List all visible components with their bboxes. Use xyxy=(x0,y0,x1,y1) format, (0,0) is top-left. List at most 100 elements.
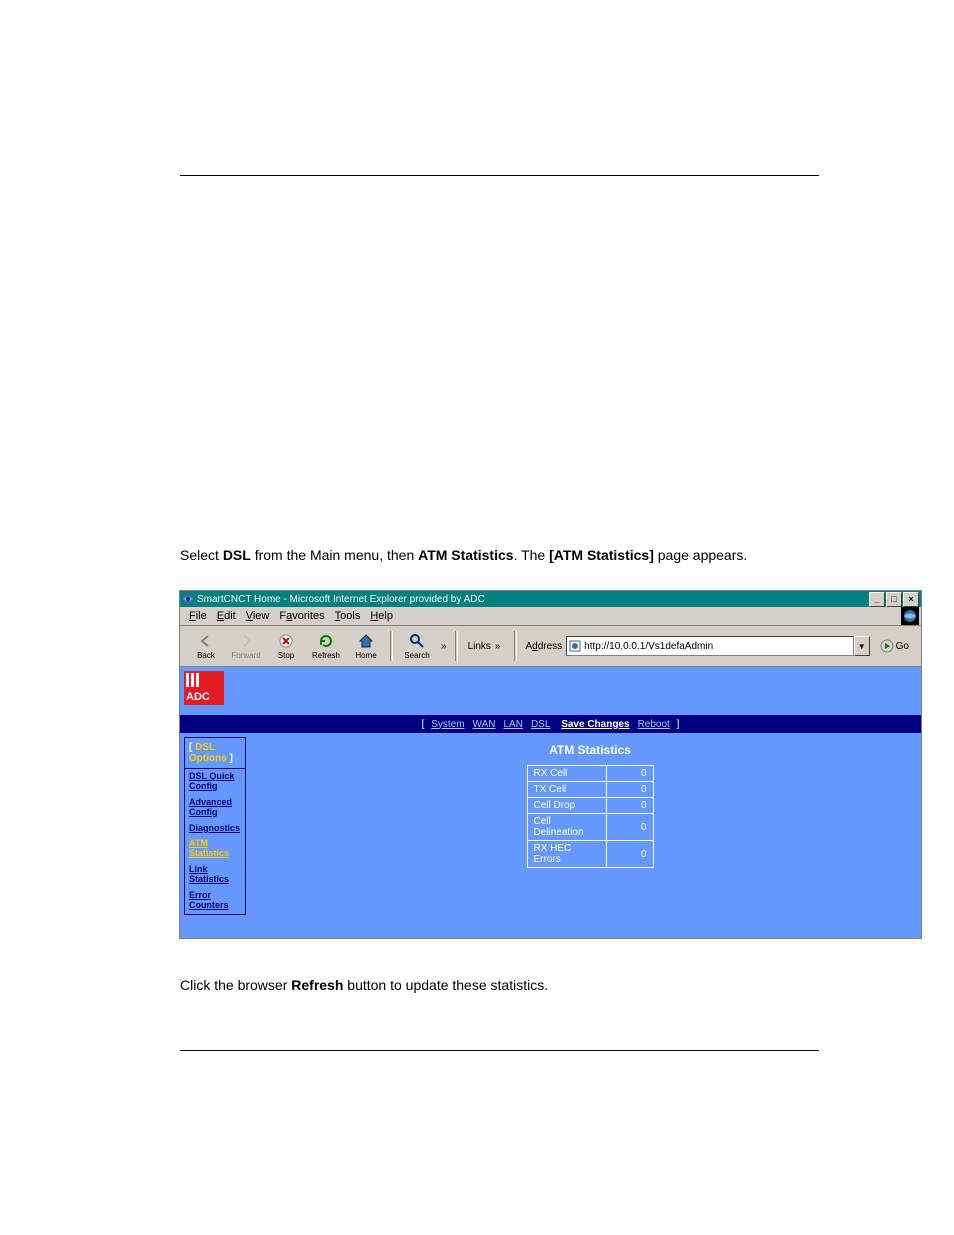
toolbar-overflow-chevron[interactable]: » xyxy=(437,641,451,652)
sidebar-item-atm-statistics[interactable]: ATM Statistics xyxy=(185,836,245,862)
text: . The xyxy=(514,547,550,563)
text-bold-dsl: DSL xyxy=(223,547,251,563)
back-arrow-icon xyxy=(197,632,215,650)
sidebar-item-advanced-config[interactable]: Advanced Config xyxy=(185,795,245,821)
table-row: RX HEC Errors0 xyxy=(527,841,653,868)
home-icon xyxy=(357,632,375,650)
address-dropdown-button[interactable]: ▼ xyxy=(854,636,870,656)
back-label: Back xyxy=(197,651,215,660)
home-button[interactable]: Home xyxy=(346,632,386,660)
stop-button[interactable]: Stop xyxy=(266,632,306,660)
stat-key: Cell Delineation xyxy=(527,814,606,841)
nav-lan[interactable]: LAN xyxy=(504,719,523,730)
text: button to update these statistics. xyxy=(343,977,548,993)
stop-label: Stop xyxy=(278,651,294,660)
text-bold-atm-statistics-bracket: [ATM Statistics] xyxy=(549,547,654,563)
sidebar-item-diagnostics[interactable]: Diagnostics xyxy=(185,821,245,837)
forward-button[interactable]: Forward xyxy=(226,632,266,660)
search-button[interactable]: Search xyxy=(397,632,437,660)
ie-throbber-icon xyxy=(901,607,919,625)
adc-logo-text: ADC xyxy=(186,691,210,703)
menu-file[interactable]: File xyxy=(184,610,212,622)
address-value: http://10.0.0.1/Vs1defaAdmin xyxy=(584,641,713,652)
address-input[interactable]: http://10.0.0.1/Vs1defaAdmin xyxy=(566,636,853,656)
nav-save-changes[interactable]: Save Changes xyxy=(561,719,629,730)
horizontal-rule xyxy=(180,175,819,176)
text-bold-atm-statistics: ATM Statistics xyxy=(418,547,513,563)
links-segment: Links » xyxy=(462,641,511,652)
text: page appears. xyxy=(654,547,747,563)
links-overflow-chevron[interactable]: » xyxy=(491,641,505,652)
menu-view[interactable]: View xyxy=(241,610,275,622)
home-label: Home xyxy=(355,651,376,660)
text: Select xyxy=(180,547,223,563)
text-bold-refresh: Refresh xyxy=(291,977,343,993)
minimize-button[interactable]: _ xyxy=(869,592,885,607)
menu-tools[interactable]: Tools xyxy=(330,610,366,622)
stat-value: 0 xyxy=(606,814,653,841)
stop-icon xyxy=(277,632,295,650)
go-label: Go xyxy=(896,641,909,652)
stat-key: RX HEC Errors xyxy=(527,841,606,868)
maximize-button[interactable]: □ xyxy=(886,592,902,607)
ie-icon xyxy=(182,593,194,605)
sidebar-heading-line1: DSL xyxy=(195,742,215,753)
sidebar-item-error-counters[interactable]: Error Counters xyxy=(185,888,245,914)
menubar: File Edit View Favorites Tools Help xyxy=(180,607,921,626)
sidebar-heading-line2: Options xyxy=(189,753,227,764)
window-controls: _ □ × xyxy=(868,592,919,607)
table-row: Cell Drop0 xyxy=(527,798,653,814)
sidebar: [ DSL Options ] DSL Quick Config Advance… xyxy=(184,737,246,915)
toolbar-separator xyxy=(514,631,517,661)
table-row: RX Cell0 xyxy=(527,766,653,782)
sidebar-list: DSL Quick Config Advanced Config Diagnos… xyxy=(184,769,246,915)
nav-gap xyxy=(554,719,557,730)
body-paragraph-1: Select DSL from the Main menu, then ATM … xyxy=(180,545,780,566)
links-label: Links xyxy=(468,641,491,652)
sidebar-heading: [ DSL Options ] xyxy=(184,737,246,769)
nav-wan[interactable]: WAN xyxy=(473,719,496,730)
stats-panel: ATM Statistics RX Cell0 TX Cell0 Cell Dr… xyxy=(440,743,740,868)
bracket: ] xyxy=(674,719,680,730)
forward-arrow-icon xyxy=(237,632,255,650)
menu-help[interactable]: Help xyxy=(365,610,398,622)
nav-dsl[interactable]: DSL xyxy=(531,719,550,730)
refresh-icon xyxy=(317,632,335,650)
stat-value: 0 xyxy=(606,782,653,798)
stat-key: TX Cell xyxy=(527,782,606,798)
top-nav: [ System WAN LAN DSL Save Changes Reboot… xyxy=(180,715,921,733)
panel-title: ATM Statistics xyxy=(440,743,740,757)
go-button[interactable]: Go xyxy=(874,639,915,653)
close-button[interactable]: × xyxy=(903,592,919,607)
page-content: ADC [ System WAN LAN DSL Save Changes Re… xyxy=(180,667,921,938)
text: from the Main menu, then xyxy=(251,547,418,563)
stat-value: 0 xyxy=(606,766,653,782)
nav-reboot[interactable]: Reboot xyxy=(638,719,670,730)
menu-favorites[interactable]: Favorites xyxy=(274,610,329,622)
toolbar-separator xyxy=(390,631,393,661)
toolbar: Back Forward Stop Refresh Home Search xyxy=(180,626,921,667)
horizontal-rule xyxy=(180,1050,819,1051)
refresh-button[interactable]: Refresh xyxy=(306,632,346,660)
body-paragraph-2: Click the browser Refresh button to upda… xyxy=(180,975,780,996)
search-icon xyxy=(408,632,426,650)
sidebar-item-link-statistics[interactable]: Link Statistics xyxy=(185,862,245,888)
stat-key: RX Cell xyxy=(527,766,606,782)
table-row: Cell Delineation0 xyxy=(527,814,653,841)
screenshot-window: SmartCNCT Home - Microsoft Internet Expl… xyxy=(179,590,922,939)
window-title: SmartCNCT Home - Microsoft Internet Expl… xyxy=(197,594,485,605)
nav-system[interactable]: System xyxy=(431,719,464,730)
back-button[interactable]: Back xyxy=(186,632,226,660)
address-label: Address xyxy=(525,641,562,652)
stat-value: 0 xyxy=(606,841,653,868)
search-label: Search xyxy=(404,651,429,660)
text: Click the browser xyxy=(180,977,291,993)
sidebar-item-dsl-quick-config[interactable]: DSL Quick Config xyxy=(185,769,245,795)
forward-label: Forward xyxy=(231,651,260,660)
toolbar-separator xyxy=(455,631,458,661)
stat-value: 0 xyxy=(606,798,653,814)
logo-bars-icon xyxy=(186,673,201,687)
page-icon xyxy=(569,640,581,652)
bracket: [ xyxy=(422,719,428,730)
menu-edit[interactable]: Edit xyxy=(212,610,241,622)
